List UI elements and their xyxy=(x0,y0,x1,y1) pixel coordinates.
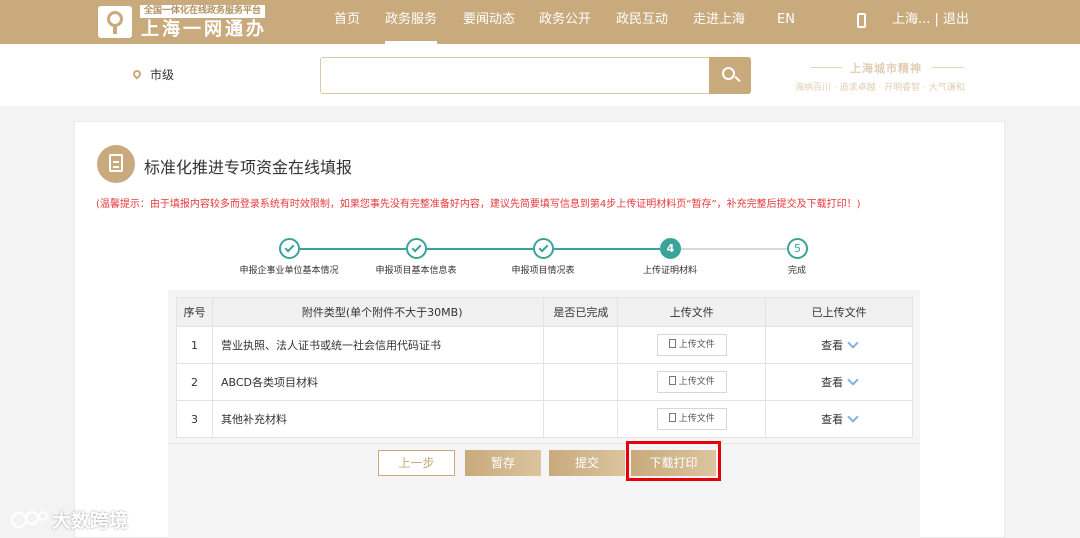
step-1-check-icon xyxy=(279,238,300,259)
step-connector xyxy=(554,248,660,250)
view-link[interactable]: 查看 xyxy=(821,413,843,426)
table-header-row: 序号 附件类型(单个附件不大于30MB) 是否已完成 上传文件 已上传文件 xyxy=(176,297,913,327)
step-2-label: 申报项目基本信息表 xyxy=(375,266,457,276)
button-bar-divider xyxy=(168,443,920,444)
table-row: 3 其他补充材料 上传文件 查看 xyxy=(176,400,913,438)
row-done xyxy=(543,363,619,401)
step-1-label: 申报企事业单位基本情况 xyxy=(239,266,339,276)
watermark-text: 大数跨境 xyxy=(52,510,129,532)
prev-step-button[interactable]: 上一步 xyxy=(378,450,455,476)
logo-tagline: 全国一体化在线政务服务平台 xyxy=(140,5,266,18)
row-no: 3 xyxy=(176,400,213,438)
upload-file-button[interactable]: 上传文件 xyxy=(656,408,727,430)
table-row: 1 营业执照、法人证书或统一社会信用代码证书 上传文件 查看 xyxy=(176,326,913,364)
table-row: 2 ABCD各类项目材料 上传文件 查看 xyxy=(176,363,913,401)
logo-brand[interactable]: 上海一网通办 xyxy=(141,19,267,41)
step-4-circle: 4 xyxy=(660,238,681,259)
row-done xyxy=(543,326,619,364)
step-4-label: 上传证明材料 xyxy=(642,266,698,276)
logo-icon[interactable] xyxy=(98,6,132,38)
page-title: 标准化推进专项资金在线填报 xyxy=(144,158,353,177)
chevron-down-icon[interactable] xyxy=(847,337,859,349)
col-header-type: 附件类型(单个附件不大于30MB) xyxy=(211,297,545,327)
highlight-box xyxy=(626,441,721,481)
submit-button[interactable]: 提交 xyxy=(549,450,625,476)
user-logout[interactable]: 上海... | 退出 xyxy=(892,0,969,40)
step-3-label: 申报项目情况表 xyxy=(511,266,575,276)
view-link[interactable]: 查看 xyxy=(821,376,843,389)
search-button[interactable] xyxy=(709,57,751,94)
watermark-logo-icon xyxy=(11,511,48,528)
nav-news[interactable]: 要闻动态 xyxy=(463,0,515,44)
row-upload-cell: 上传文件 xyxy=(617,363,767,401)
row-type: ABCD各类项目材料 xyxy=(211,363,545,401)
nav-gov-services[interactable]: 政务服务 xyxy=(385,0,438,44)
region-selector[interactable]: 市级 xyxy=(150,66,174,83)
row-no: 2 xyxy=(176,363,213,401)
view-link[interactable]: 查看 xyxy=(821,339,843,352)
search-icon xyxy=(722,67,735,80)
col-header-uploaded: 已上传文件 xyxy=(765,297,913,327)
col-header-upload: 上传文件 xyxy=(617,297,767,327)
nav-home[interactable]: 首页 xyxy=(334,0,360,44)
attachment-table: 序号 附件类型(单个附件不大于30MB) 是否已完成 上传文件 已上传文件 1 … xyxy=(176,297,913,438)
step-connector xyxy=(681,248,787,250)
upload-file-button[interactable]: 上传文件 xyxy=(656,334,727,356)
slogan-subtitle: 海纳百川 · 追求卓越 · 开明睿智 · 大气谦和 xyxy=(795,83,965,93)
col-header-done: 是否已完成 xyxy=(543,297,619,327)
mobile-phone-icon[interactable] xyxy=(857,13,866,28)
file-icon xyxy=(668,413,676,422)
row-done xyxy=(543,400,619,438)
nav-interaction[interactable]: 政民互动 xyxy=(616,0,668,44)
row-view-cell: 查看 xyxy=(765,326,913,364)
row-view-cell: 查看 xyxy=(765,363,913,401)
upload-label: 上传文件 xyxy=(678,414,715,424)
attachment-table-wrap: 序号 附件类型(单个附件不大于30MB) 是否已完成 上传文件 已上传文件 1 … xyxy=(176,297,913,438)
file-icon xyxy=(668,376,676,385)
step-5-label: 完成 xyxy=(787,266,807,276)
file-icon xyxy=(668,339,676,348)
warning-tip: (温馨提示：由于填报内容较多而登录系统有时效限制，如果您事先没有完整准备好内容，… xyxy=(96,199,861,210)
step-5-circle: 5 xyxy=(787,238,808,259)
clipboard-icon xyxy=(97,145,135,183)
row-type: 营业执照、法人证书或统一社会信用代码证书 xyxy=(211,326,545,364)
col-header-no: 序号 xyxy=(176,297,213,327)
save-draft-button[interactable]: 暂存 xyxy=(465,450,541,476)
slogan-divider xyxy=(810,67,842,68)
upload-label: 上传文件 xyxy=(678,377,715,387)
nav-english[interactable]: EN xyxy=(777,0,795,44)
row-no: 1 xyxy=(176,326,213,364)
row-upload-cell: 上传文件 xyxy=(617,326,767,364)
row-type: 其他补充材料 xyxy=(211,400,545,438)
step-connector xyxy=(427,248,533,250)
search-strip: 市级 上海城市精神 海纳百川 · 追求卓越 · 开明睿智 · 大气谦和 xyxy=(0,44,1080,106)
chevron-down-icon[interactable] xyxy=(847,374,859,386)
location-pin-icon xyxy=(131,68,143,80)
slogan-title: 上海城市精神 xyxy=(850,62,922,75)
chevron-down-icon[interactable] xyxy=(847,411,859,423)
step-connector xyxy=(300,248,406,250)
nav-disclosure[interactable]: 政务公开 xyxy=(539,0,591,44)
upload-label: 上传文件 xyxy=(678,340,715,350)
search-input[interactable] xyxy=(320,57,710,94)
upload-file-button[interactable]: 上传文件 xyxy=(656,371,727,393)
row-view-cell: 查看 xyxy=(765,400,913,438)
nav-about-shanghai[interactable]: 走进上海 xyxy=(693,0,745,44)
slogan-divider xyxy=(932,67,964,68)
step-3-check-icon xyxy=(533,238,554,259)
step-2-check-icon xyxy=(406,238,427,259)
row-upload-cell: 上传文件 xyxy=(617,400,767,438)
